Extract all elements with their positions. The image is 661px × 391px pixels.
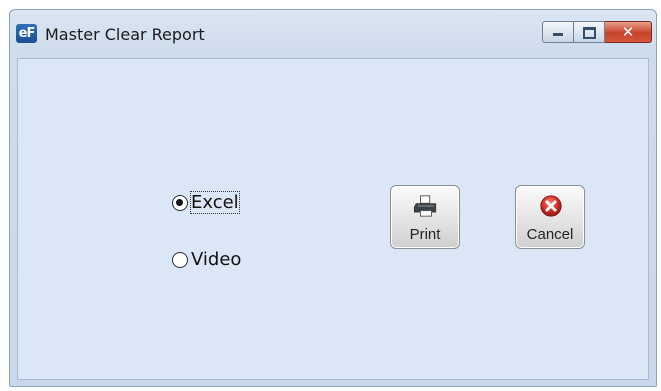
window-title: Master Clear Report <box>45 25 205 44</box>
radio-video-indicator[interactable] <box>172 251 188 268</box>
minimize-icon <box>553 33 563 36</box>
print-button[interactable]: Print <box>390 185 460 249</box>
red-x-circle-icon <box>540 195 562 217</box>
report-window: eF Master Clear Report ✕ Excel Video Pri… <box>9 9 657 387</box>
radio-video-label[interactable]: Video <box>191 249 241 270</box>
maximize-icon <box>583 27 596 39</box>
app-logo-icon: eF <box>16 24 37 43</box>
window-controls: ✕ <box>542 21 652 43</box>
cancel-button-label: Cancel <box>526 226 574 243</box>
radio-excel-label[interactable]: Excel <box>190 191 240 214</box>
close-button[interactable]: ✕ <box>605 21 652 43</box>
close-icon: ✕ <box>621 23 635 41</box>
radio-excel-indicator[interactable] <box>172 194 188 211</box>
radio-video[interactable]: Video <box>172 249 241 270</box>
dialog-body: Excel Video Print Cancel <box>17 58 649 380</box>
print-button-label: Print <box>409 226 441 243</box>
radio-excel[interactable]: Excel <box>172 191 240 214</box>
title-bar[interactable]: eF Master Clear Report ✕ <box>10 10 656 58</box>
minimize-button[interactable] <box>542 21 574 43</box>
cancel-button[interactable]: Cancel <box>515 185 585 249</box>
maximize-button[interactable] <box>574 21 605 43</box>
printer-icon <box>414 195 437 217</box>
